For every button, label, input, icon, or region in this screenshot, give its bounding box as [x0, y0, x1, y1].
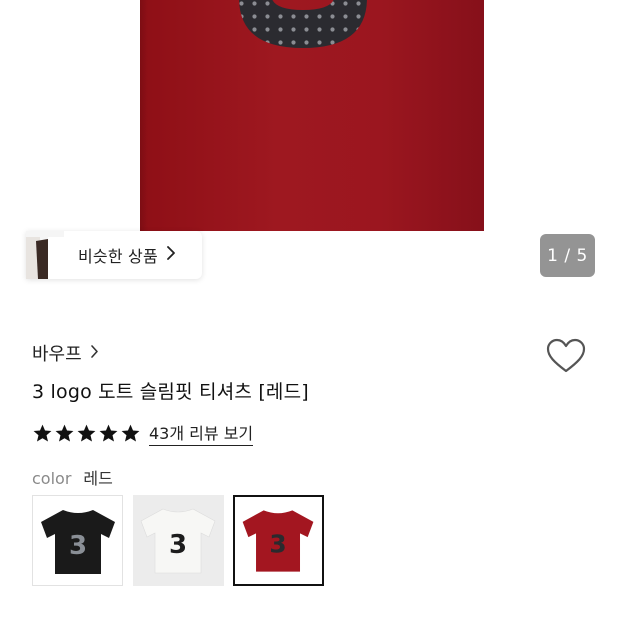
reviews-link[interactable]: 43개 리뷰 보기: [149, 420, 254, 446]
product-title: 3 logo 도트 슬림핏 티셔츠 [레드]: [32, 381, 309, 403]
svg-text:3: 3: [169, 530, 187, 560]
star-filled-icon: [99, 424, 118, 442]
red-shirt-thumbnail: 3: [242, 510, 314, 572]
star-filled-icon: [33, 424, 52, 442]
selected-color-value: 레드: [83, 469, 113, 488]
image-page-indicator: 1 / 5: [540, 234, 595, 277]
brand-link[interactable]: 바우프: [32, 340, 99, 366]
similar-products-label: 비슷한 상품: [78, 247, 158, 266]
svg-text:3: 3: [269, 529, 286, 558]
color-swatch-white[interactable]: 3: [133, 495, 224, 586]
similar-products-button[interactable]: 비슷한 상품: [26, 231, 202, 279]
white-shirt-thumbnail: 3: [140, 508, 216, 574]
star-rating: [32, 423, 141, 444]
product-image-gallery[interactable]: [0, 0, 620, 231]
star-filled-icon: [55, 424, 74, 442]
rating-row: 43개 리뷰 보기: [32, 420, 254, 446]
svg-text:3: 3: [69, 531, 87, 561]
product-photo-red-shirt: [140, 0, 484, 231]
similar-product-thumbnail: [26, 231, 64, 279]
chevron-right-icon: [166, 245, 176, 265]
wishlist-heart-icon[interactable]: [546, 338, 586, 374]
star-filled-icon: [77, 424, 96, 442]
color-swatch-red-selected[interactable]: 3: [233, 495, 324, 586]
color-key: color: [32, 469, 72, 488]
star-filled-icon: [121, 424, 140, 442]
brand-name: 바우프: [32, 344, 82, 365]
color-option-label: color 레드: [32, 465, 113, 489]
black-shirt-thumbnail: 3: [41, 510, 115, 574]
color-swatch-black[interactable]: 3: [32, 495, 123, 586]
number-3-dot-patch: [239, 0, 367, 48]
chevron-right-icon: [90, 344, 99, 363]
